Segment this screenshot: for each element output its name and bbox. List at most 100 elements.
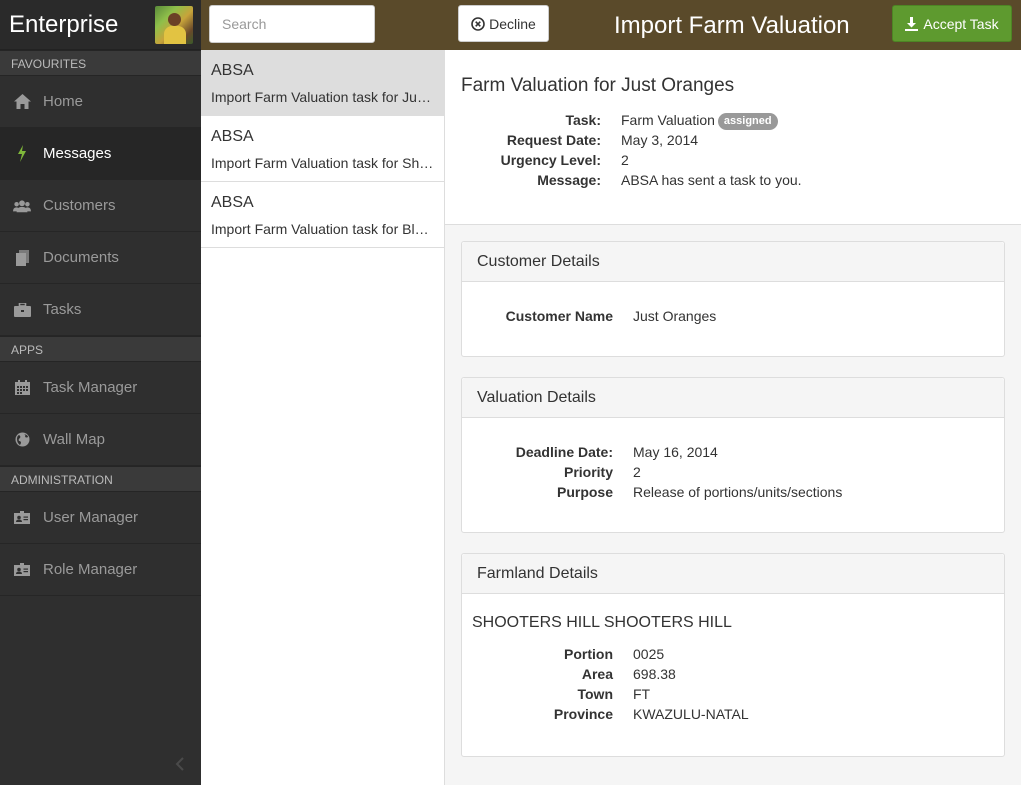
purpose-value: Release of portions/units/sections — [633, 484, 843, 500]
page-title: Import Farm Valuation — [614, 12, 850, 39]
task-row: Task: Farm Valuation assigned — [461, 110, 1005, 130]
search-input[interactable] — [209, 5, 375, 43]
message-label: Message: — [537, 172, 601, 188]
sidebar-item-label: Role Manager — [43, 561, 138, 578]
apps-section-header: APPS — [0, 336, 201, 362]
collapse-sidebar-icon[interactable] — [174, 756, 186, 772]
accept-task-button[interactable]: Accept Task — [892, 5, 1012, 42]
message-row: Message: ABSA has sent a task to you. — [461, 170, 1005, 190]
sidebar: Enterprise FAVOURITES Home Messages Cust… — [0, 0, 201, 785]
province-value: KWAZULU-NATAL — [633, 706, 749, 722]
detail-heading: Farm Valuation for Just Oranges — [461, 75, 735, 96]
avatar[interactable] — [155, 5, 193, 44]
list-item[interactable]: ABSA Import Farm Valuation task for Just… — [201, 50, 444, 116]
decline-label: Decline — [489, 15, 536, 32]
purpose-label: Purpose — [556, 484, 613, 500]
brand-title: Enterprise — [9, 10, 119, 38]
globe-icon — [13, 431, 31, 449]
home-icon — [13, 93, 31, 111]
sidebar-item-label: Customers — [43, 197, 116, 214]
panel-title: Customer Details — [462, 242, 1004, 282]
town-label: Town — [577, 686, 613, 702]
province-label: Province — [553, 706, 613, 722]
sidebar-item-label: Tasks — [43, 301, 82, 318]
area-label: Area — [581, 666, 613, 682]
list-item[interactable]: ABSA Import Farm Valuation task for Shoo… — [201, 116, 444, 182]
sidebar-item-tasks[interactable]: Tasks — [0, 284, 201, 336]
task-label: Task: — [565, 112, 601, 128]
header-bar: Decline Import Farm Valuation Accept Tas… — [201, 0, 1021, 50]
brand-bar: Enterprise — [0, 0, 201, 50]
customer-name-label: Customer Name — [505, 308, 613, 324]
purpose-row: Purpose Release of portions/units/sectio… — [462, 482, 1004, 502]
sidebar-item-wall-map[interactable]: Wall Map — [0, 414, 201, 466]
area-row: Area 698.38 — [462, 664, 1004, 684]
area-value: 698.38 — [633, 666, 676, 682]
administration-section-header: ADMINISTRATION — [0, 466, 201, 492]
portion-row: Portion 0025 — [462, 644, 1004, 664]
portion-label: Portion — [564, 646, 613, 662]
customer-name-row: Customer Name Just Oranges — [462, 306, 1004, 326]
urgency-row: Urgency Level: 2 — [461, 150, 1005, 170]
list-item[interactable]: ABSA Import Farm Valuation task for Blue… — [201, 182, 444, 248]
panel-title: Farmland Details — [462, 554, 1004, 594]
message-sender: ABSA — [211, 128, 254, 145]
sidebar-item-role-manager[interactable]: Role Manager — [0, 544, 201, 596]
sidebar-item-label: Task Manager — [43, 379, 138, 396]
deadline-label: Deadline Date: — [515, 444, 613, 460]
task-value: Farm Valuation — [621, 112, 715, 128]
sidebar-item-user-manager[interactable]: User Manager — [0, 492, 201, 544]
farm-name: SHOOTERS HILL SHOOTERS HILL — [472, 614, 732, 631]
message-preview: Import Farm Valuation task for Blue Gum — [211, 221, 434, 237]
customer-details-panel: Customer Details Customer Name Just Oran… — [461, 241, 1005, 357]
priority-label: Priority — [563, 464, 613, 480]
valuation-details-panel: Valuation Details Deadline Date: May 16,… — [461, 377, 1005, 533]
task-summary: Farm Valuation for Just Oranges Task: Fa… — [445, 50, 1021, 225]
message-value: ABSA has sent a task to you. — [621, 172, 802, 188]
message-preview: Import Farm Valuation task for Just Oran… — [211, 89, 434, 105]
sidebar-item-label: Wall Map — [43, 431, 105, 448]
download-icon — [905, 16, 919, 31]
message-preview: Import Farm Valuation task for Shooters … — [211, 155, 434, 171]
priority-value: 2 — [633, 464, 641, 480]
sidebar-item-home[interactable]: Home — [0, 76, 201, 128]
sidebar-item-label: Documents — [43, 249, 119, 266]
close-circle-icon — [471, 16, 485, 31]
urgency-label: Urgency Level: — [500, 152, 601, 168]
town-row: Town FT — [462, 684, 1004, 704]
message-list: ABSA Import Farm Valuation task for Just… — [201, 50, 445, 785]
detail-panel: Farm Valuation for Just Oranges Task: Fa… — [445, 50, 1021, 785]
sidebar-item-label: User Manager — [43, 509, 139, 526]
town-value: FT — [633, 686, 651, 702]
province-row: Province KWAZULU-NATAL — [462, 704, 1004, 724]
request-date-row: Request Date: May 3, 2014 — [461, 130, 1005, 150]
status-badge: assigned — [717, 113, 778, 130]
favourites-section-header: FAVOURITES — [0, 50, 201, 76]
sidebar-item-label: Messages — [43, 145, 112, 162]
customer-name-value: Just Oranges — [633, 308, 717, 324]
sidebar-item-documents[interactable]: Documents — [0, 232, 201, 284]
deadline-row: Deadline Date: May 16, 2014 — [462, 442, 1004, 462]
sidebar-item-messages[interactable]: Messages — [0, 128, 201, 180]
portion-value: 0025 — [633, 646, 665, 662]
users-icon — [13, 197, 31, 215]
bolt-icon — [13, 145, 31, 163]
id-card-icon — [13, 561, 31, 579]
message-sender: ABSA — [211, 194, 254, 211]
request-date-value: May 3, 2014 — [621, 132, 699, 148]
request-date-label: Request Date: — [506, 132, 601, 148]
documents-icon — [13, 249, 31, 267]
sidebar-item-task-manager[interactable]: Task Manager — [0, 362, 201, 414]
sidebar-item-customers[interactable]: Customers — [0, 180, 201, 232]
message-sender: ABSA — [211, 62, 254, 79]
panel-title: Valuation Details — [462, 378, 1004, 418]
urgency-value: 2 — [621, 152, 629, 168]
farmland-details-panel: Farmland Details SHOOTERS HILL SHOOTERS … — [461, 553, 1005, 757]
deadline-value: May 16, 2014 — [633, 444, 718, 460]
priority-row: Priority 2 — [462, 462, 1004, 482]
decline-button[interactable]: Decline — [458, 5, 549, 42]
calendar-icon — [13, 379, 31, 397]
sidebar-item-label: Home — [43, 93, 84, 110]
accept-label: Accept Task — [923, 15, 999, 32]
id-card-icon — [13, 509, 31, 527]
